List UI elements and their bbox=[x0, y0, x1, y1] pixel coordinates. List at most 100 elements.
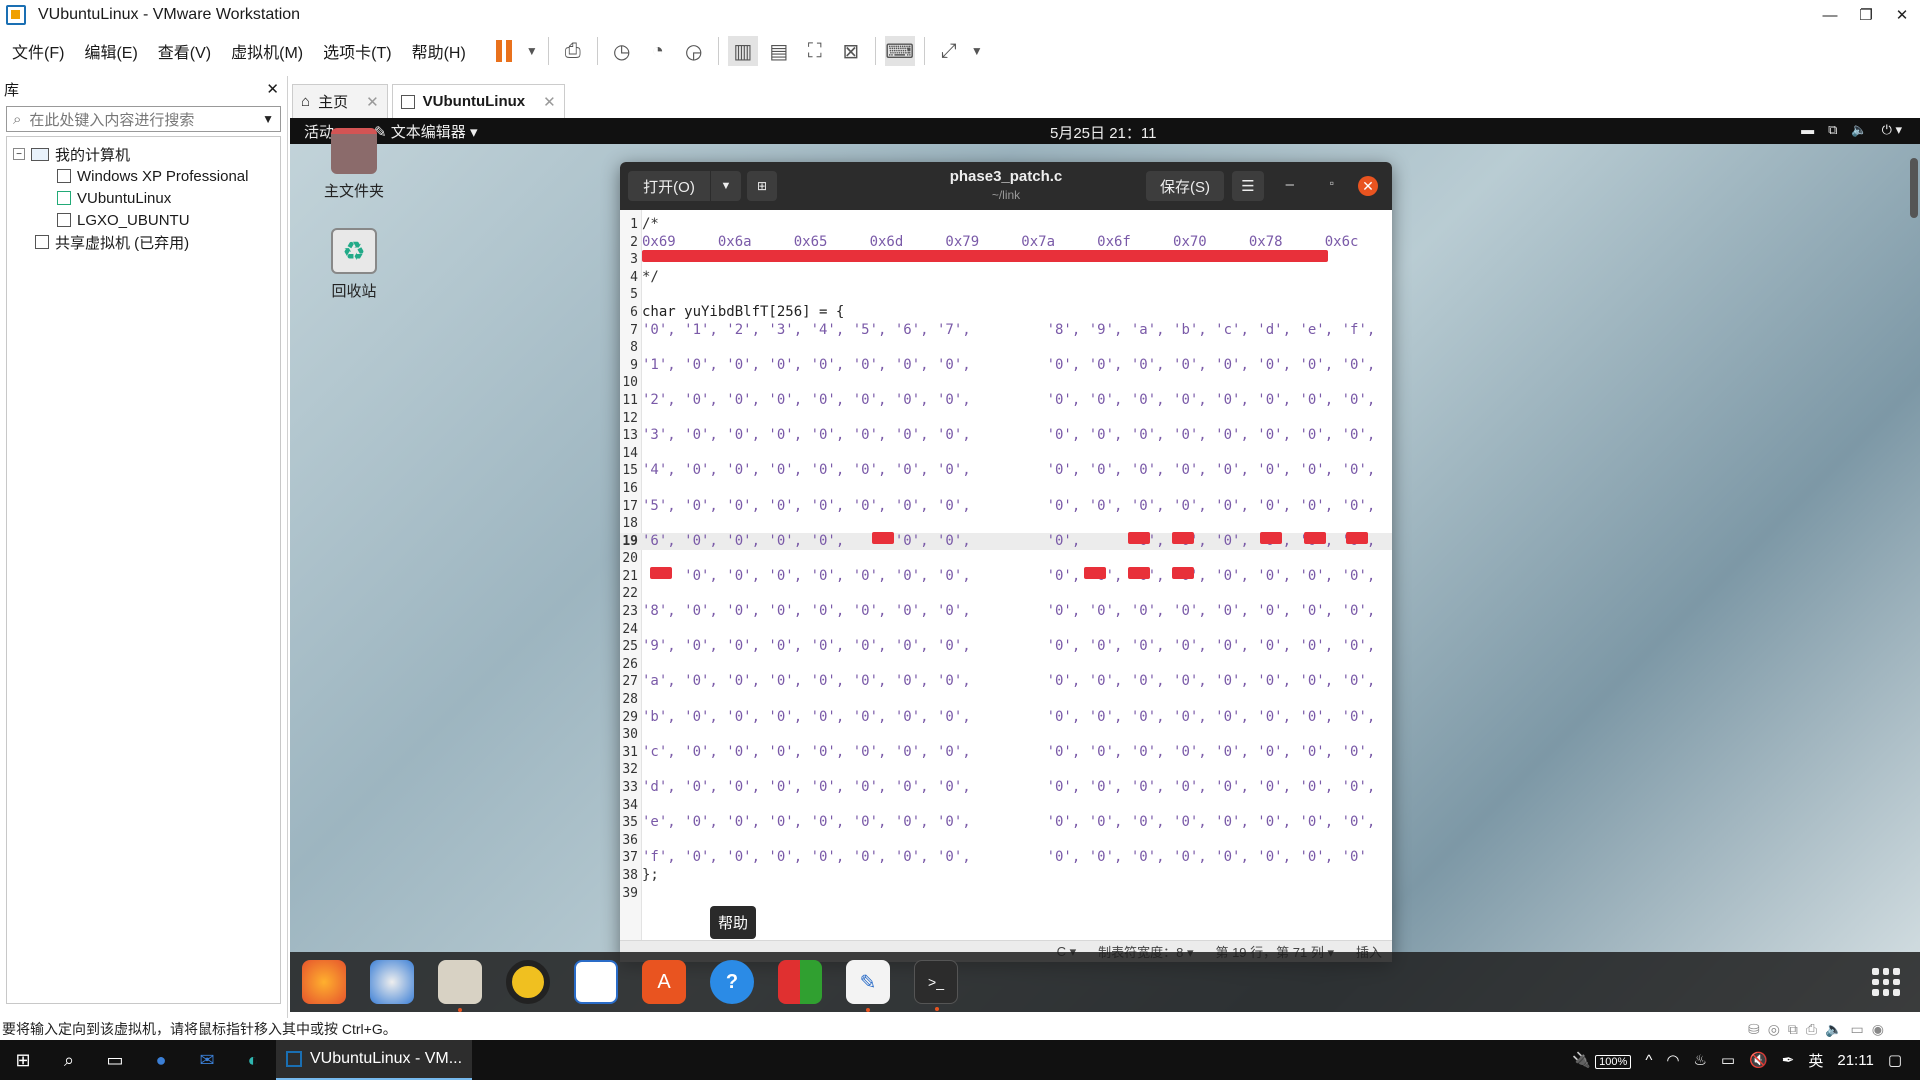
snapshot-manager-icon[interactable]: ◶ bbox=[679, 36, 709, 66]
clock[interactable]: 5月25日 21：11 bbox=[1050, 122, 1156, 143]
windows-start-icon[interactable]: ⊞ bbox=[0, 1040, 46, 1080]
task-view-icon[interactable]: ▭ bbox=[92, 1040, 138, 1080]
line-text bbox=[640, 410, 642, 428]
line-number: 10 bbox=[622, 375, 638, 391]
chevron-up-icon[interactable]: ^ bbox=[1645, 1052, 1652, 1069]
search-input[interactable]: 在此处键入内容进行搜索 bbox=[29, 109, 254, 130]
rhythmbox-icon[interactable] bbox=[506, 960, 550, 1004]
code-line: 23'8', '0', '0', '0', '0', '0', '0', '0'… bbox=[620, 603, 1392, 621]
line-number: 21 bbox=[622, 568, 638, 584]
thunderbird-icon[interactable] bbox=[370, 960, 414, 1004]
vm-display[interactable]: 活动 ✎ 文本编辑器 ▾ 5月25日 21：11 ▬ ⧉ 🔈 ⏻ ▾ 主文件夹 … bbox=[290, 118, 1920, 1012]
chevron-down-icon[interactable]: ▼ bbox=[262, 112, 274, 126]
search-icon[interactable]: ⌕ bbox=[46, 1040, 92, 1080]
library-search[interactable]: ⌕ 在此处键入内容进行搜索 ▼ bbox=[6, 106, 281, 132]
save-button[interactable]: 保存(S) bbox=[1146, 171, 1224, 201]
editor-text-area[interactable]: 1/* 2 0x69 0x6a 0x65 0x6d 0x79 0x7a 0x6f 0… bbox=[620, 210, 1392, 940]
new-tab-button[interactable]: ⊞ bbox=[747, 171, 777, 201]
desktop-icon-trash[interactable]: ♻ 回收站 bbox=[314, 228, 394, 301]
library-header: 库 ✕ bbox=[0, 76, 287, 102]
edge-icon[interactable]: ◐ bbox=[230, 1040, 276, 1080]
wifi-icon[interactable]: ◠ bbox=[1666, 1051, 1679, 1069]
line-number: 14 bbox=[622, 445, 638, 461]
unity-icon[interactable]: ⊠ bbox=[836, 36, 866, 66]
line-number: 13 bbox=[622, 428, 638, 444]
software-icon[interactable]: A bbox=[642, 960, 686, 1004]
fullscreen-icon[interactable]: ⛶ bbox=[800, 36, 830, 66]
shared-vm-icon bbox=[35, 235, 49, 249]
pen-icon[interactable]: ✒ bbox=[1782, 1051, 1795, 1069]
tab-vubuntulinux[interactable]: VUbuntuLinux ✕ bbox=[391, 84, 565, 118]
open-button[interactable]: 打开(O) bbox=[628, 171, 710, 201]
revert-snapshot-icon[interactable]: ◔ bbox=[643, 36, 673, 66]
console-view-icon[interactable]: ⌨ bbox=[884, 36, 915, 66]
library-view-icon[interactable]: ▥ bbox=[727, 36, 758, 66]
tree-item-shared[interactable]: 共享虚拟机 (已弃用) bbox=[7, 231, 280, 253]
vm-scrollbar[interactable] bbox=[1910, 158, 1918, 218]
desktop-icon-home[interactable]: 主文件夹 bbox=[314, 128, 394, 201]
ime-indicator[interactable]: 英 bbox=[1808, 1050, 1823, 1071]
thumbnail-view-icon[interactable]: ▤ bbox=[764, 36, 794, 66]
battery-indicator[interactable]: 🔌 100% bbox=[1572, 1051, 1632, 1069]
tab-home[interactable]: ⌂ 主页 ✕ bbox=[292, 84, 388, 118]
tab-strip: ⌂ 主页 ✕ VUbuntuLinux ✕ bbox=[292, 84, 569, 118]
line-number: 2 bbox=[630, 234, 638, 250]
hamburger-menu-button[interactable]: ☰ bbox=[1232, 171, 1264, 201]
code-line: 10 bbox=[620, 374, 1392, 392]
app-tray-icon[interactable]: ♨ bbox=[1693, 1051, 1706, 1069]
collapse-icon[interactable]: − bbox=[13, 148, 25, 160]
volume-muted-icon[interactable]: 🔇 bbox=[1749, 1051, 1768, 1069]
line-text: '9', '0', '0', '0', '0', '0', '0', '0', … bbox=[642, 638, 1376, 655]
text-editor-icon[interactable]: ✎ bbox=[846, 960, 890, 1012]
close-tab-icon[interactable]: ✕ bbox=[366, 93, 379, 111]
show-applications-icon[interactable] bbox=[1872, 968, 1900, 996]
device-icons[interactable]: ⛁◎⧉⎙🔈▭◉ bbox=[1748, 1021, 1892, 1038]
system-tray[interactable]: ▬ ⧉ 🔈 ⏻ ▾ bbox=[1801, 122, 1902, 138]
windows-taskbar: ⊞ ⌕ ▭ ● ✉ ◐ VUbuntuLinux - VM... 🔌 100% … bbox=[0, 1040, 1920, 1080]
app-circle-icon[interactable]: ● bbox=[138, 1040, 184, 1080]
pause-icon[interactable] bbox=[489, 36, 519, 66]
mail-icon[interactable]: ✉ bbox=[184, 1040, 230, 1080]
tree-item-vm[interactable]: VUbuntuLinux bbox=[7, 187, 280, 209]
stretch-icon[interactable]: ⤢ bbox=[934, 36, 964, 66]
open-dropdown-button[interactable]: ▼ bbox=[711, 171, 741, 201]
firefox-icon[interactable] bbox=[302, 960, 346, 1004]
close-library-icon[interactable]: ✕ bbox=[266, 80, 279, 98]
tree-item-vm[interactable]: Windows XP Professional bbox=[7, 165, 280, 187]
send-ctrl-alt-del-icon[interactable]: ⎙ bbox=[558, 36, 588, 66]
writer-icon[interactable] bbox=[574, 960, 618, 1004]
code-line: 20 bbox=[620, 550, 1392, 568]
close-icon[interactable]: ✕ bbox=[1884, 0, 1920, 30]
close-icon[interactable]: ✕ bbox=[1358, 176, 1378, 196]
menu-vm[interactable]: 虚拟机(M) bbox=[223, 39, 311, 63]
maximize-icon[interactable]: ▫ bbox=[1330, 176, 1334, 190]
battery-icon[interactable]: ▭ bbox=[1721, 1051, 1735, 1069]
minimize-icon[interactable]: — bbox=[1812, 0, 1848, 30]
stretch-dropdown-icon[interactable]: ▼ bbox=[970, 36, 984, 66]
menu-tabs[interactable]: 选项卡(T) bbox=[315, 39, 399, 63]
line-number: 12 bbox=[622, 410, 638, 426]
restore-icon[interactable]: ❐ bbox=[1848, 0, 1884, 30]
dropdown-arrow-icon[interactable]: ▼ bbox=[525, 36, 539, 66]
menu-file[interactable]: 文件(F) bbox=[4, 39, 72, 63]
tree-item-my-computer[interactable]: − 我的计算机 bbox=[7, 143, 280, 165]
windows-logo-icon[interactable] bbox=[778, 960, 822, 1004]
annotation-mark bbox=[1260, 532, 1282, 544]
help-icon[interactable]: ? bbox=[710, 960, 754, 1004]
close-tab-icon[interactable]: ✕ bbox=[543, 93, 556, 111]
annotation-mark bbox=[650, 567, 672, 579]
files-icon[interactable] bbox=[438, 960, 482, 1012]
menu-edit[interactable]: 编辑(E) bbox=[76, 39, 145, 63]
tree-item-vm[interactable]: LGXO_UBUNTU bbox=[7, 209, 280, 231]
menu-view[interactable]: 查看(V) bbox=[150, 39, 219, 63]
line-text bbox=[640, 339, 642, 357]
notification-icon[interactable]: ▢ bbox=[1888, 1051, 1902, 1069]
taskbar-app-vmware[interactable]: VUbuntuLinux - VM... bbox=[276, 1040, 473, 1080]
line-text bbox=[640, 885, 642, 903]
terminal-icon[interactable]: >_ bbox=[914, 960, 958, 1011]
minimize-icon[interactable]: – bbox=[1286, 176, 1294, 193]
menu-help[interactable]: 帮助(H) bbox=[404, 39, 474, 63]
snapshot-icon[interactable]: ◷ bbox=[607, 36, 637, 66]
line-number: 3 bbox=[630, 252, 638, 268]
taskbar-clock[interactable]: 21:11 bbox=[1837, 1052, 1873, 1069]
